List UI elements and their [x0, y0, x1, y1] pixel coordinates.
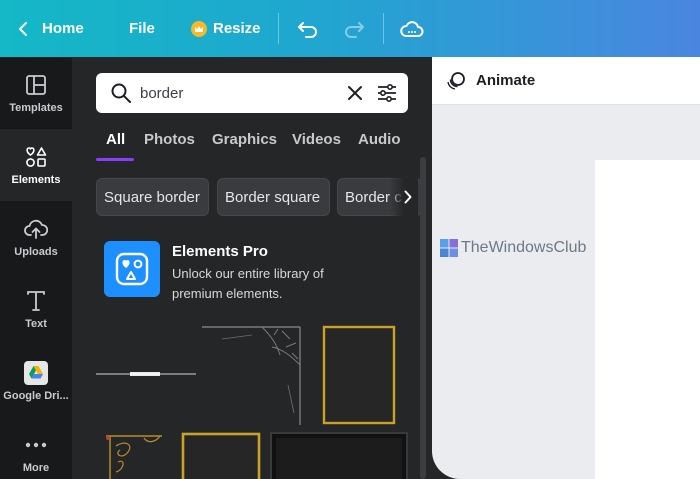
tab-all[interactable]: All [106, 131, 125, 148]
elements-icon [24, 144, 48, 170]
text-icon [26, 288, 46, 314]
undo-icon [297, 20, 319, 38]
watermark: TheWindowsClub [440, 239, 586, 257]
rail-label: More [22, 462, 50, 474]
rail-item-google-drive[interactable]: Google Dri... [0, 345, 72, 417]
toolbar-divider [278, 13, 279, 44]
home-button[interactable]: Home [18, 0, 84, 57]
element-result-line[interactable] [96, 367, 196, 385]
resize-button[interactable]: Resize [191, 0, 261, 57]
promo-description: Unlock our entire library of premium ele… [172, 266, 324, 301]
tab-graphics[interactable]: Graphics [212, 131, 277, 148]
animate-icon [446, 71, 466, 91]
crown-icon [191, 20, 207, 37]
element-result-gold-square[interactable] [181, 432, 261, 479]
file-menu-button[interactable]: File [129, 0, 155, 57]
undo-button[interactable] [297, 0, 319, 57]
search-box [96, 73, 408, 113]
cloud-icon [400, 20, 424, 38]
search-icon [110, 82, 132, 104]
clear-search-icon[interactable] [347, 85, 363, 101]
rail-item-more[interactable]: More [0, 417, 72, 479]
rail-label: Google Dri... [3, 390, 69, 402]
rail-item-text[interactable]: Text [0, 273, 72, 345]
chevron-left-icon [18, 21, 28, 37]
rail-label: Elements [11, 174, 61, 186]
animate-button[interactable]: Animate [446, 57, 535, 104]
promo-title[interactable]: Elements Pro [172, 243, 268, 260]
google-drive-icon [24, 360, 48, 386]
element-result-ornate-corner[interactable] [104, 432, 168, 479]
elements-pro-icon[interactable] [104, 241, 160, 297]
tab-videos[interactable]: Videos [292, 131, 341, 148]
design-page[interactable] [595, 160, 700, 479]
cloud-save-button[interactable] [400, 0, 424, 57]
templates-icon [25, 72, 47, 98]
chevron-right-icon [404, 190, 412, 204]
editor-toolbar: Animate [432, 57, 700, 105]
tab-audio[interactable]: Audio [358, 131, 401, 148]
rail-label: Templates [9, 102, 63, 114]
upload-cloud-icon [24, 216, 48, 242]
rail-label: Text [25, 318, 47, 330]
redo-button[interactable] [343, 0, 365, 57]
element-result-corner[interactable] [202, 325, 302, 430]
side-rail: Templates Elements Uploads Text Google D… [0, 57, 72, 479]
rail-label: Uploads [14, 246, 58, 258]
suggestion-chip[interactable]: Border square [217, 178, 330, 216]
chips-scroll-right-button[interactable] [390, 178, 418, 216]
filter-icon[interactable] [377, 84, 397, 102]
active-tab-indicator [96, 158, 134, 161]
panel-scrollbar[interactable] [420, 157, 426, 479]
tab-photos[interactable]: Photos [144, 131, 195, 148]
windows-logo-icon [440, 239, 458, 257]
suggestion-chip[interactable]: Square border [96, 178, 209, 216]
element-result-black-frame[interactable] [270, 432, 408, 479]
redo-icon [343, 20, 365, 38]
search-input[interactable] [140, 73, 340, 113]
rail-item-templates[interactable]: Templates [0, 57, 72, 129]
top-bar: Home File Resize [0, 0, 700, 57]
rail-item-elements[interactable]: Elements [0, 129, 72, 201]
watermark-text: TheWindowsClub [461, 239, 587, 256]
rail-item-uploads[interactable]: Uploads [0, 201, 72, 273]
animate-label: Animate [476, 72, 536, 89]
app-root: Home File Resize Templates Elements Uplo… [0, 0, 700, 479]
toolbar-divider [383, 13, 384, 44]
home-label: Home [42, 20, 84, 37]
element-result-gold-frame[interactable] [322, 325, 396, 430]
more-dots-icon [25, 432, 47, 458]
elements-panel: All Photos Graphics Videos Audio Square … [72, 57, 432, 479]
resize-label: Resize [213, 20, 261, 37]
file-label: File [129, 20, 155, 37]
